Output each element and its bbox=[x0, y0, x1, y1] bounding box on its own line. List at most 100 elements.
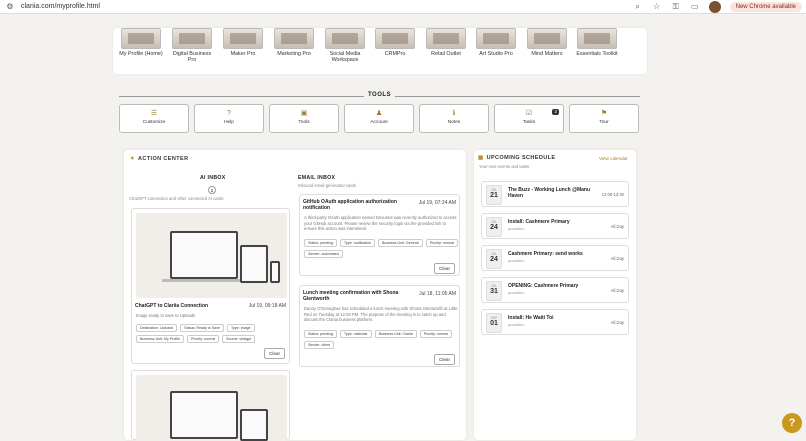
event-subtitle: quotation bbox=[508, 322, 525, 327]
workspace-label: Social Media Workspace bbox=[329, 51, 361, 63]
tag: Sender: client bbox=[304, 341, 334, 349]
tool-notes[interactable]: ℹ Notes bbox=[419, 104, 489, 133]
workspace-label: Maker Pro bbox=[230, 51, 256, 57]
new-chrome-button[interactable]: New Chrome available bbox=[729, 2, 802, 12]
tag: Status: pending bbox=[304, 330, 337, 338]
toolbox-icon: ▣ bbox=[300, 110, 308, 117]
ai-inbox-count: 2 bbox=[208, 186, 216, 194]
tag: Priority: normal bbox=[186, 335, 220, 343]
schedule-subtitle: Your next events and tasks bbox=[479, 164, 530, 169]
address-bar[interactable]: clariia.com/myprofile.html bbox=[21, 3, 100, 10]
tool-customize[interactable]: ☰ Customize bbox=[119, 104, 189, 133]
ai-card-image[interactable] bbox=[136, 213, 287, 298]
event-date: JUL 21 bbox=[486, 185, 502, 205]
workspace-thumbnail bbox=[325, 28, 365, 49]
tool-tasks[interactable]: ☑ Tasks 2 bbox=[494, 104, 564, 133]
event-time: All Day bbox=[610, 320, 624, 325]
action-center-title: ✦ ACTION CENTER bbox=[130, 156, 189, 162]
tag: Type: notification bbox=[339, 239, 375, 247]
workspace-label: My Profile (Home) bbox=[119, 51, 163, 57]
checklist-icon: ☑ bbox=[525, 110, 533, 117]
workspace-maker[interactable]: Maker Pro bbox=[221, 28, 265, 57]
ai-card-tags: Destination: Uploads Status: Ready to Sa… bbox=[136, 324, 286, 343]
sparkle-icon: ✦ bbox=[130, 156, 136, 162]
ai-card-desc: Image ready to save to Uploads bbox=[136, 313, 196, 318]
person-icon: ♟ bbox=[375, 110, 383, 117]
tools-heading: TOOLS bbox=[119, 91, 640, 101]
tour-icon: ⚑ bbox=[600, 110, 608, 117]
profile-avatar[interactable] bbox=[708, 1, 721, 13]
workspace-mind-matters[interactable]: Mind Matters bbox=[525, 28, 569, 57]
tag: Business Unit: Clariia bbox=[374, 330, 417, 338]
event-time: All Day bbox=[610, 288, 624, 293]
workspace-crmpro[interactable]: CRMPro bbox=[373, 28, 417, 57]
tool-label: Account bbox=[370, 120, 388, 125]
event-subtitle: quotation bbox=[508, 226, 525, 231]
info-icon: ℹ bbox=[452, 110, 456, 117]
tag: Destination: Uploads bbox=[136, 324, 178, 332]
tool-label: Customize bbox=[142, 120, 166, 125]
workspace-social-media[interactable]: Social Media Workspace bbox=[323, 28, 367, 63]
tool-help[interactable]: ? Help bbox=[194, 104, 264, 133]
workspace-label: Retail Outlet bbox=[431, 51, 461, 57]
help-fab-button[interactable]: ? bbox=[782, 413, 802, 433]
event-subtitle: quotation bbox=[508, 290, 525, 295]
tag: Source: chatgpt bbox=[222, 335, 256, 343]
tool-tools[interactable]: ▣ Tools bbox=[269, 104, 339, 133]
workspace-my-profile[interactable]: My Profile (Home) bbox=[119, 28, 163, 57]
schedule-event[interactable]: SEP 01 Install: He Waiti Toi quotation Al… bbox=[481, 309, 629, 335]
ai-card-date: Jul 19, 09:18 AM bbox=[248, 303, 286, 309]
workspace-retail-outlet[interactable]: Retail Outlet bbox=[424, 28, 468, 57]
workspace-marketing[interactable]: Marketing Pro bbox=[272, 28, 316, 57]
calendar-icon: ▦ bbox=[478, 155, 484, 161]
schedule-event[interactable]: JUL 24 Cashmere Primary: send works quota… bbox=[481, 245, 629, 271]
email-card-date: Jul 18, 11:05 AM bbox=[419, 291, 456, 297]
clear-button[interactable]: Clear bbox=[264, 348, 285, 359]
ai-inbox-subtitle: ChatGPT connection and other connected A… bbox=[129, 196, 224, 201]
tag: Type: image bbox=[226, 324, 255, 332]
schedule-event[interactable]: JUL 21 The Buzz - Working Lunch @Manu Hav… bbox=[481, 181, 629, 207]
ai-card-title: ChatGPT to Clariia Connection bbox=[135, 303, 209, 309]
tool-label: Tools bbox=[298, 120, 310, 125]
search-icon[interactable]: ⌕ bbox=[633, 2, 643, 12]
card-icon[interactable]: ▭ bbox=[690, 2, 700, 12]
workspace-label: CRMPro bbox=[384, 51, 406, 57]
star-icon[interactable]: ☆ bbox=[652, 2, 662, 12]
site-settings-icon[interactable]: ⚙ bbox=[5, 2, 15, 12]
workspace-label: Mind Matters bbox=[531, 51, 563, 57]
workspace-digital-business[interactable]: Digital Business Pro bbox=[170, 28, 214, 63]
workspace-label: Digital Business Pro bbox=[172, 51, 212, 63]
workspace-thumbnail bbox=[121, 28, 161, 49]
password-icon[interactable]: ⚿ bbox=[671, 2, 681, 12]
tool-tour[interactable]: ⚑ Tour bbox=[569, 104, 639, 133]
event-time: 12:00-13:30 bbox=[601, 192, 624, 197]
ai-card-image[interactable] bbox=[136, 375, 287, 441]
tablet-mockup bbox=[240, 409, 268, 441]
view-calendar-link[interactable]: View calendar bbox=[599, 156, 628, 161]
email-card-date: Jul 19, 07:24 AM bbox=[418, 200, 456, 206]
event-title: The Buzz - Working Lunch @Manu Haven bbox=[508, 187, 590, 199]
workspace-art-studio[interactable]: Art Studio Pro bbox=[474, 28, 518, 57]
sliders-icon: ☰ bbox=[150, 110, 158, 117]
laptop-mockup bbox=[170, 231, 238, 279]
clear-button[interactable]: Clear bbox=[434, 263, 455, 274]
workspace-essentials-toolkit[interactable]: Essentials Toolkit bbox=[575, 28, 619, 57]
workspace-thumbnail bbox=[577, 28, 617, 49]
tool-account[interactable]: ♟ Account bbox=[344, 104, 414, 133]
event-subtitle: quotation bbox=[508, 258, 525, 263]
event-title: Cashmere Primary: send works bbox=[508, 251, 583, 257]
tool-label: Notes bbox=[447, 120, 461, 125]
workspace-thumbnail bbox=[172, 28, 212, 49]
event-time: All Day bbox=[610, 224, 624, 229]
event-date: JUL 24 bbox=[486, 249, 502, 269]
tool-label: Help bbox=[224, 120, 234, 125]
laptop-mockup bbox=[170, 391, 238, 439]
schedule-event[interactable]: JUL 31 OPENING: Cashmere Primary quotatio… bbox=[481, 277, 629, 303]
workspace-thumbnail bbox=[375, 28, 415, 49]
tool-label: Tasks bbox=[522, 120, 536, 125]
schedule-event[interactable]: JUL 24 Install: Cashmere Primary quotatio… bbox=[481, 213, 629, 239]
email-card: GitHub OAuth application authorization n… bbox=[299, 194, 460, 276]
phone-mockup bbox=[270, 261, 280, 283]
clear-button[interactable]: Clear bbox=[434, 354, 455, 365]
ai-card-2 bbox=[131, 370, 290, 441]
